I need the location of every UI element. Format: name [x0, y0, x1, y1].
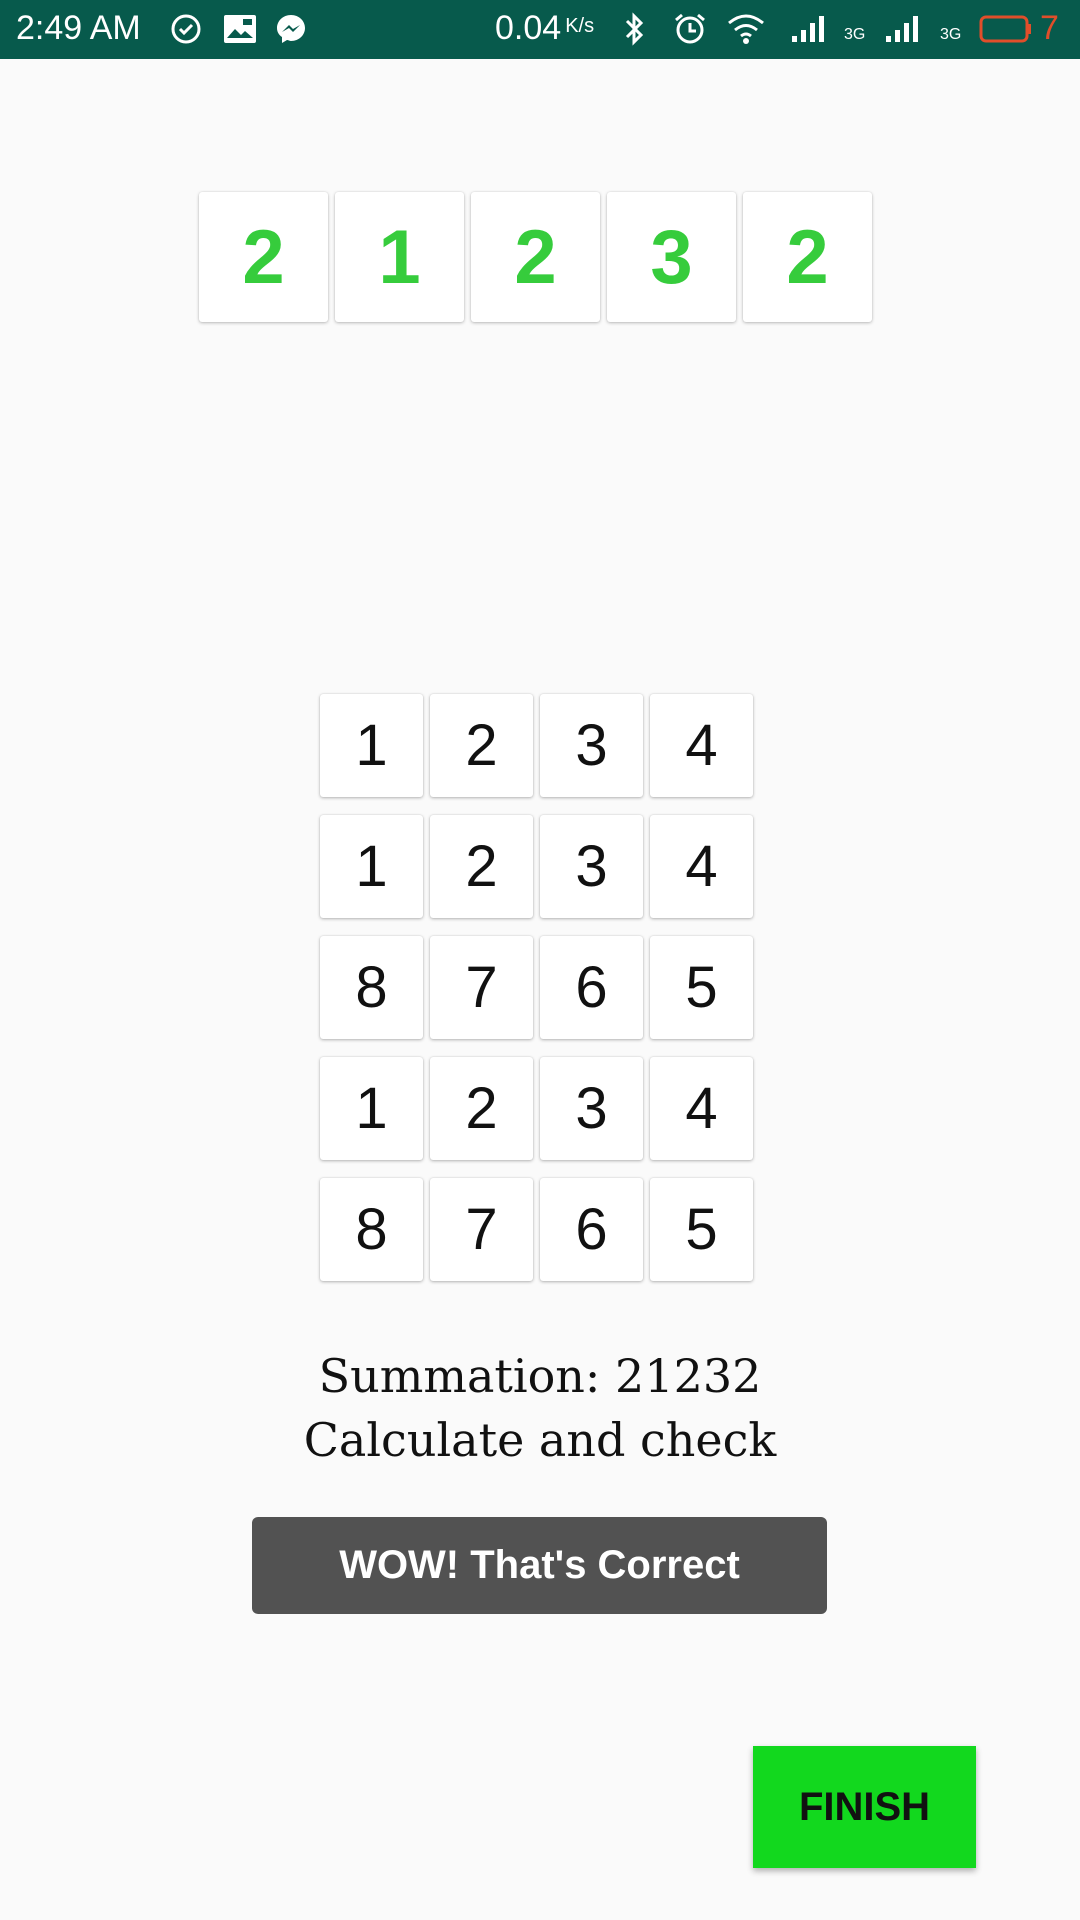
grid-cell[interactable]: 8 — [320, 1178, 423, 1281]
grid-cell[interactable]: 7 — [430, 936, 533, 1039]
gallery-icon — [222, 11, 258, 47]
grid-cell[interactable]: 1 — [320, 815, 423, 918]
finish-button[interactable]: FINISH — [753, 1746, 976, 1868]
grid-cell[interactable]: 3 — [540, 1057, 643, 1160]
summary-text: Summation: 21232 Calculate and check — [0, 1344, 1080, 1472]
grid-cell[interactable]: 4 — [650, 694, 753, 797]
target-digit: 3 — [607, 192, 736, 322]
status-bar: 2:49 AM 0.04 K/s 3G 3G 7 — [0, 0, 1080, 59]
instruction-label: Calculate and check — [303, 1413, 777, 1467]
network-speed-value: 0.04 — [495, 9, 562, 47]
grid-cell[interactable]: 5 — [650, 1178, 753, 1281]
target-digit: 1 — [335, 192, 464, 322]
grid-cell[interactable]: 2 — [430, 1057, 533, 1160]
grid-cell[interactable]: 2 — [430, 815, 533, 918]
network-type-1: 3G — [844, 26, 866, 43]
target-digit: 2 — [471, 192, 600, 322]
summation-label: Summation: 21232 — [318, 1349, 762, 1403]
grid-cell[interactable]: 4 — [650, 1057, 753, 1160]
grid-cell[interactable]: 3 — [540, 815, 643, 918]
bluetooth-icon — [620, 11, 650, 47]
grid-cell[interactable]: 8 — [320, 936, 423, 1039]
status-time: 2:49 AM — [16, 9, 141, 47]
grid-cell[interactable]: 6 — [540, 936, 643, 1039]
grid-cell[interactable]: 7 — [430, 1178, 533, 1281]
grid-cell[interactable]: 6 — [540, 1178, 643, 1281]
target-number: 2 1 2 3 2 — [199, 192, 872, 322]
grid-cell[interactable]: 3 — [540, 694, 643, 797]
alarm-icon — [672, 11, 708, 47]
grid-cell[interactable]: 2 — [430, 694, 533, 797]
grid-cell[interactable]: 1 — [320, 694, 423, 797]
network-type-2: 3G — [940, 26, 962, 43]
battery-icon — [978, 11, 1034, 47]
battery-level: 7 — [1040, 9, 1059, 47]
grid-cell[interactable]: 5 — [650, 936, 753, 1039]
grid-cell[interactable]: 4 — [650, 815, 753, 918]
messenger-icon — [273, 11, 309, 47]
number-grid: 1 2 3 4 1 2 3 4 8 7 6 5 1 2 3 4 8 7 6 5 — [320, 694, 753, 1281]
target-digit: 2 — [743, 192, 872, 322]
target-digit: 2 — [199, 192, 328, 322]
wifi-icon — [726, 11, 766, 47]
network-speed-unit: K/s — [565, 15, 595, 37]
check-circle-icon — [168, 11, 204, 47]
result-button[interactable]: WOW! That's Correct — [252, 1517, 827, 1614]
grid-cell[interactable]: 1 — [320, 1057, 423, 1160]
signal-icon — [790, 11, 826, 47]
network-speed: 0.04 K/s — [495, 6, 594, 50]
signal-icon — [884, 11, 920, 47]
